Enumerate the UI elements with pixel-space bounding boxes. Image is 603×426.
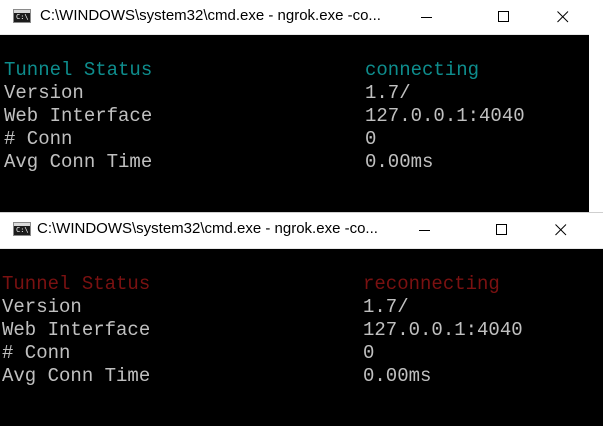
title-bar[interactable]: C:\. C:\WINDOWS\system32\cmd.exe - ngrok… [0,212,603,249]
window-title: C:\WINDOWS\system32\cmd.exe - ngrok.exe … [37,220,378,237]
version-value: 1.7/ [365,82,411,104]
minimize-icon [421,17,432,18]
web-interface-value: 127.0.0.1:4040 [365,105,525,127]
minimize-icon [419,230,430,231]
console-window-2[interactable]: C:\. C:\WINDOWS\system32\cmd.exe - ngrok… [0,212,603,426]
avg-conn-time-label: Avg Conn Time [4,151,153,173]
cmd-icon[interactable]: C:\. [13,9,31,23]
console-output[interactable]: Tunnel Status reconnecting Version 1.7/ … [0,248,603,426]
avg-conn-time-value: 0.00ms [363,365,432,387]
close-button[interactable] [538,213,584,247]
maximize-icon [498,11,509,22]
version-value: 1.7/ [363,296,409,318]
conn-label: # Conn [2,342,71,364]
conn-value: 0 [365,128,377,150]
tunnel-status-label: Tunnel Status [2,273,151,295]
tunnel-status-label: Tunnel Status [4,59,153,81]
minimize-button[interactable] [402,213,448,247]
close-button[interactable] [540,0,586,34]
web-interface-label: Web Interface [2,319,151,341]
console-output[interactable]: Tunnel Status connecting Version 1.7/ We… [0,35,589,212]
web-interface-value: 127.0.0.1:4040 [363,319,523,341]
conn-value: 0 [363,342,375,364]
close-icon [557,11,569,23]
title-bar[interactable]: C:\. C:\WINDOWS\system32\cmd.exe - ngrok… [0,0,589,35]
avg-conn-time-label: Avg Conn Time [2,365,151,387]
minimize-button[interactable] [404,0,450,34]
close-icon [555,224,567,236]
avg-conn-time-value: 0.00ms [365,151,434,173]
window-title: C:\WINDOWS\system32\cmd.exe - ngrok.exe … [40,7,381,24]
web-interface-label: Web Interface [4,105,153,127]
conn-label: # Conn [4,128,73,150]
maximize-button[interactable] [479,213,525,247]
version-label: Version [4,82,84,104]
console-window-1[interactable]: C:\. C:\WINDOWS\system32\cmd.exe - ngrok… [0,0,589,212]
version-label: Version [2,296,82,318]
maximize-icon [496,224,507,235]
tunnel-status-value: reconnecting [363,273,500,295]
maximize-button[interactable] [481,0,527,34]
cmd-icon[interactable]: C:\. [13,222,31,236]
tunnel-status-value: connecting [365,59,480,81]
